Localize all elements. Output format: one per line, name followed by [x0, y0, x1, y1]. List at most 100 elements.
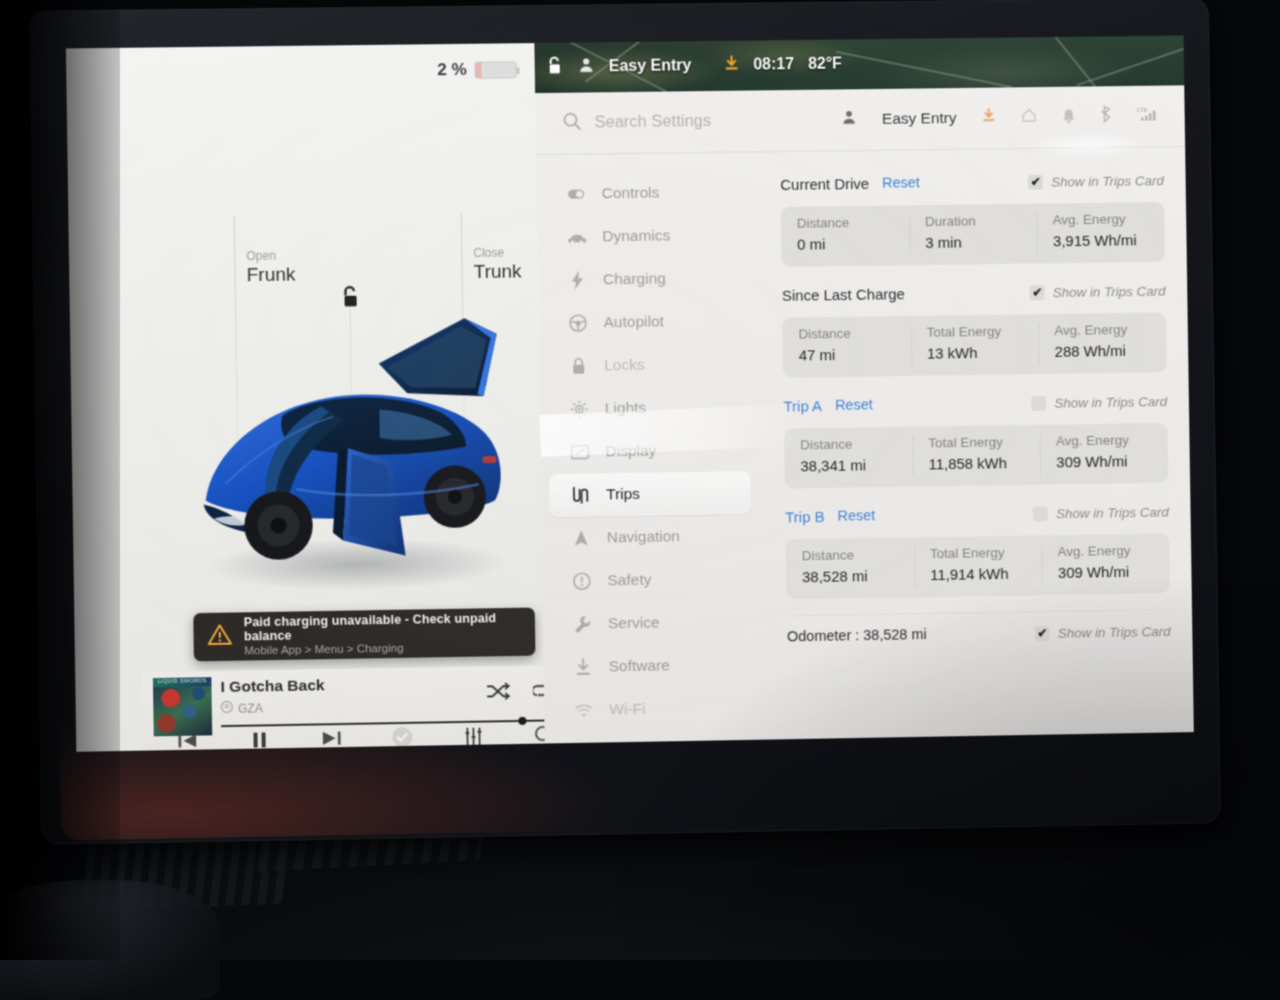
bluetooth-icon[interactable] [1100, 105, 1112, 128]
status-temperature[interactable]: 82°F [808, 55, 842, 73]
sidebar-item-label: Autopilot [603, 313, 664, 332]
sidebar-item-label: Navigation [607, 528, 680, 547]
notification-toast[interactable]: Paid charging unavailable - Check unpaid… [193, 608, 535, 662]
show-in-trips-card-checkbox[interactable]: Show in Trips Card [1033, 504, 1169, 521]
sidebar-item-service[interactable]: Service [551, 600, 753, 646]
odometer-row: Odometer : 38,528 mi✔Show in Trips Card [787, 609, 1171, 645]
touchscreen-device: Easy Entry 08:17 82°F 2 % [29, 0, 1221, 845]
trip-stat-value: 309 Wh/mi [1058, 563, 1170, 582]
track-title: I Gotcha Back [220, 677, 324, 697]
trip-stat-key: Duration [925, 213, 1037, 229]
photo-background: Easy Entry 08:17 82°F 2 % [0, 0, 1280, 960]
trip-stat-cell: Avg. Energy3,915 Wh/mi [1037, 202, 1165, 263]
checkbox-label: Show in Trips Card [1053, 283, 1166, 299]
lock-icon [569, 357, 588, 376]
previous-track-icon[interactable] [177, 732, 200, 752]
trip-stat-key: Avg. Energy [1054, 321, 1166, 338]
warning-triangle-icon [206, 622, 233, 652]
sidebar-item-trips[interactable]: Trips [549, 471, 751, 517]
trips-content: Current DriveReset✔Show in Trips CardDis… [754, 147, 1194, 740]
frunk-action: Open [246, 249, 276, 263]
track-artist: GZA [238, 701, 263, 715]
sidebar-item-label: Display [605, 442, 656, 461]
sidebar-item-lights[interactable]: Lights [547, 385, 749, 431]
person-icon[interactable] [841, 109, 857, 130]
reset-button[interactable]: Reset [837, 508, 875, 525]
trip-section-title: Since Last Charge [782, 286, 905, 305]
toggle-icon [567, 185, 586, 204]
display-icon [570, 443, 589, 462]
download-icon[interactable] [723, 55, 739, 77]
trip-stat-key: Total Energy [930, 544, 1042, 561]
reset-button[interactable]: Reset [882, 175, 920, 191]
trip-stat-key: Total Energy [926, 323, 1038, 340]
download-icon[interactable] [981, 108, 996, 129]
sidebar-item-locks[interactable]: Locks [547, 342, 749, 388]
trip-stat-key: Avg. Energy [1058, 542, 1170, 559]
trip-stat-cell: Total Energy13 kWh [910, 314, 1039, 376]
home-icon[interactable] [1021, 107, 1037, 128]
bell-icon[interactable] [1062, 106, 1076, 128]
settings-profile-name[interactable]: Easy Entry [882, 109, 957, 128]
trip-stat-key: Distance [800, 436, 912, 453]
person-icon[interactable] [578, 56, 595, 78]
sidebar-item-software[interactable]: Software [551, 643, 753, 689]
spotify-icon [221, 700, 233, 718]
trip-stat-key: Total Energy [928, 434, 1040, 451]
trip-stat-value: 0 mi [797, 235, 909, 253]
search-settings-field[interactable]: Search Settings [535, 108, 841, 136]
trip-section-title[interactable]: Trip B [785, 508, 825, 526]
checkbox-label: Show in Trips Card [1058, 623, 1171, 640]
trip-section-header: Since Last Charge ✔Show in Trips Card [782, 278, 1166, 309]
unlock-icon[interactable] [547, 55, 564, 80]
trip-stat-cell: Duration3 min [909, 204, 1038, 266]
settings-sidebar: Controls Dynamics Charging Autopilot LocksLi… [536, 152, 763, 743]
trip-stat-cell: Distance38,528 mi [786, 537, 915, 599]
sidebar-item-charging[interactable]: Charging [546, 256, 749, 302]
album-art-title: LIQUID SWORDS GZA [153, 677, 212, 687]
battery-indicator[interactable]: 2 % [437, 59, 517, 80]
sidebar-item-label: Software [609, 657, 670, 676]
sidebar-item-label: Wi-Fi [609, 700, 645, 719]
bolt-icon [568, 271, 587, 290]
trip-section-title: Current Drive [780, 175, 869, 193]
checkbox-label: Show in Trips Card [1051, 173, 1164, 189]
sidebar-item-display[interactable]: Display [548, 428, 750, 474]
sidebar-item-safety[interactable]: Safety [550, 557, 752, 603]
trip-stat-value: 38,528 mi [802, 567, 914, 586]
status-profile-name[interactable]: Easy Entry [609, 57, 692, 76]
sidebar-item-controls[interactable]: Controls [544, 170, 747, 216]
reset-button[interactable]: Reset [835, 397, 873, 414]
tesla-touchscreen: Easy Entry 08:17 82°F 2 % [66, 36, 1194, 752]
show-in-trips-card-checkbox[interactable]: Show in Trips Card [1031, 394, 1167, 411]
album-art[interactable]: LIQUID SWORDS GZA [153, 677, 212, 736]
sidebar-item-label: Trips [606, 485, 640, 504]
sidebar-item-autopilot[interactable]: Autopilot [546, 299, 748, 345]
trip-section-title[interactable]: Trip A [783, 398, 822, 416]
search-placeholder: Search Settings [594, 112, 711, 132]
shuffle-icon[interactable] [487, 682, 510, 705]
trip-section-header: Current Drive Reset ✔Show in Trips Card [780, 167, 1164, 198]
sidebar-item-label: Dynamics [602, 227, 670, 246]
trip-stat-cell: Avg. Energy 309 Wh/mi [1042, 533, 1170, 595]
sidebar-item-navigation[interactable]: Navigation [549, 514, 751, 560]
sidebar-item-dynamics[interactable]: Dynamics [545, 213, 748, 259]
car-status-panel: 2 % Open Frunk Close Trunk [66, 43, 545, 752]
trip-stats-row: Distance38,341 miTotal Energy11,858 kWhA… [784, 423, 1168, 489]
media-player: LIQUID SWORDS GZA I Gotcha Back [142, 665, 569, 751]
show-in-trips-card-checkbox[interactable]: ✔Show in Trips Card [1028, 173, 1164, 190]
sidebar-item-wi-fi[interactable]: Wi-Fi [552, 686, 754, 732]
checkbox-box: ✔ [1035, 625, 1050, 640]
lte-signal-icon[interactable]: LTE [1137, 105, 1159, 128]
steering-icon [568, 314, 587, 333]
odometer-show-in-trips-card-checkbox[interactable]: ✔ Show in Trips Card [1035, 623, 1171, 640]
checkbox-label: Show in Trips Card [1056, 504, 1169, 521]
car-illustration[interactable] [162, 299, 550, 605]
notification-subtitle: Mobile App > Menu > Charging [244, 641, 522, 658]
show-in-trips-card-checkbox[interactable]: ✔Show in Trips Card [1030, 283, 1166, 300]
car-icon [567, 228, 586, 247]
wifi-icon [574, 701, 593, 720]
sidebar-item-label: Controls [602, 184, 660, 203]
trip-stat-cell: Total Energy11,914 kWh [914, 535, 1043, 597]
battery-icon [475, 61, 517, 79]
